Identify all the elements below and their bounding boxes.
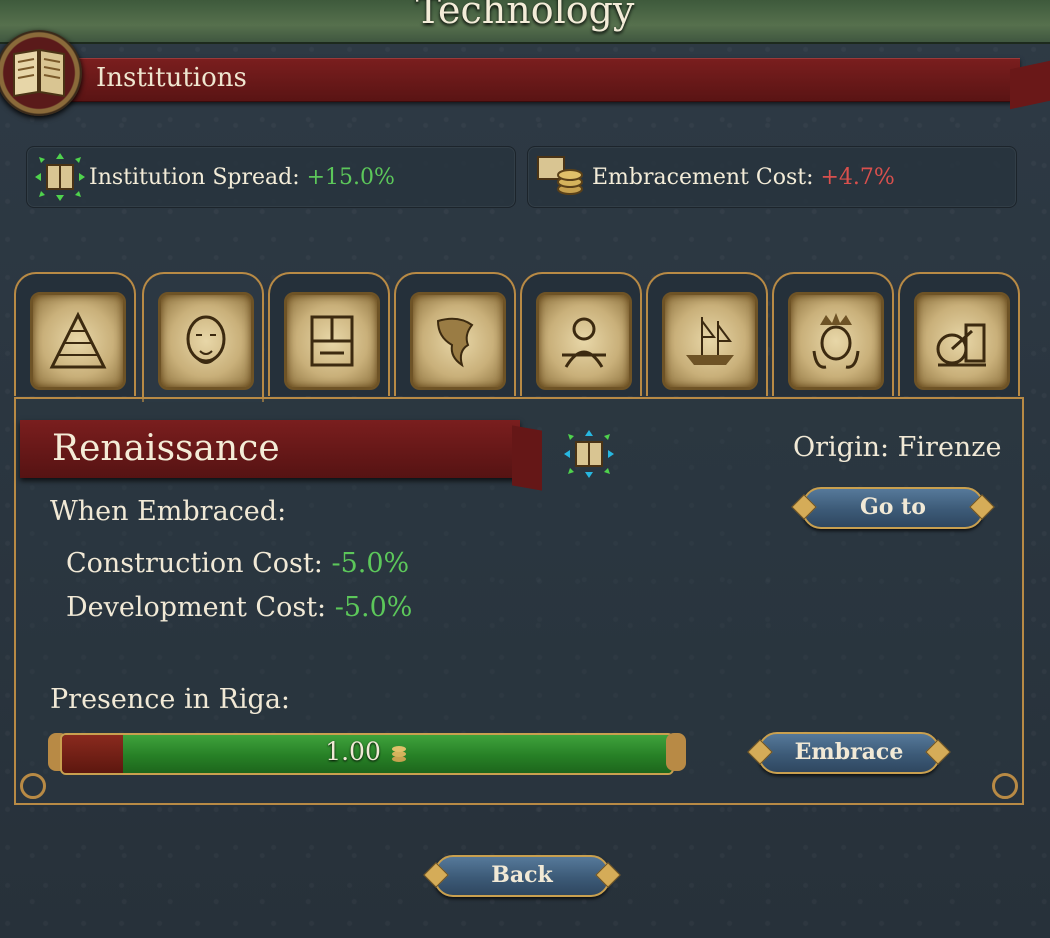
section-banner: Institutions: [60, 58, 1050, 110]
institution-spread-stat: Institution Spread: +15.0%: [89, 165, 395, 190]
embracement-cost-stat: Embracement Cost: +4.7%: [592, 165, 895, 190]
tab-printing-press[interactable]: [268, 272, 390, 396]
presence-label: Presence in Riga:: [50, 684, 291, 715]
renaissance-portrait-icon: [158, 292, 254, 390]
embracement-cost-icon: [537, 156, 583, 195]
embracement-cost-box: Embracement Cost: +4.7%: [527, 146, 1017, 208]
embracement-cost-value: +4.7%: [820, 165, 895, 190]
presence-value: 1.00: [325, 737, 381, 766]
modifier-label: Development Cost:: [66, 592, 327, 623]
window-title: Technology: [415, 0, 635, 32]
institution-spread-label: Institution Spread:: [89, 165, 300, 190]
sailing-ship-icon: [662, 292, 758, 390]
tab-global-trade[interactable]: [394, 272, 516, 396]
king-portrait-icon: [788, 292, 884, 390]
institution-spread-icon: [35, 153, 85, 201]
modifier-construction-cost: Construction Cost: -5.0%: [66, 548, 409, 579]
institution-spread-icon: [564, 430, 614, 478]
presence-value-text: 1.00: [62, 737, 672, 766]
tab-manufactories[interactable]: [520, 272, 642, 396]
modifier-label: Construction Cost:: [66, 548, 323, 579]
modifier-value: -5.0%: [334, 592, 413, 623]
section-label: Institutions: [96, 63, 247, 93]
pyramid-feudalism-icon: [30, 292, 126, 390]
tab-renaissance[interactable]: [142, 272, 264, 402]
embracement-cost-label: Embracement Cost:: [592, 165, 814, 190]
banner-tail: [1010, 60, 1050, 110]
embrace-button[interactable]: Embrace: [758, 732, 940, 774]
institution-spread-box: Institution Spread: +15.0%: [26, 146, 516, 208]
tab-absolutism[interactable]: [772, 272, 894, 396]
bar-cap-right: [666, 733, 686, 771]
back-button[interactable]: Back: [434, 855, 610, 897]
origin-label: Origin: Firenze: [793, 432, 1002, 463]
coin-stack-icon: [391, 745, 406, 762]
panel-corner-ornament: [992, 773, 1018, 799]
institution-name: Renaissance: [52, 428, 280, 469]
presence-progress-bar: 1.00: [60, 733, 674, 775]
goto-button[interactable]: Go to: [802, 487, 984, 529]
modifier-value: -5.0%: [331, 548, 410, 579]
banner-tail: [512, 425, 542, 491]
institution-spread-value: +15.0%: [306, 165, 395, 190]
printing-press-icon: [284, 292, 380, 390]
merchant-icon: [536, 292, 632, 390]
modifier-development-cost: Development Cost: -5.0%: [66, 592, 412, 623]
institution-tabs: [14, 272, 1030, 402]
book-icon: [0, 30, 82, 116]
steam-engine-icon: [914, 292, 1010, 390]
institution-name-banner: Renaissance: [20, 420, 542, 491]
tab-industrialization[interactable]: [898, 272, 1020, 396]
tab-colonialism[interactable]: [646, 272, 768, 396]
panel-corner-ornament: [20, 773, 46, 799]
tab-feudalism[interactable]: [14, 272, 136, 396]
new-world-map-icon: [410, 292, 506, 390]
when-embraced-label: When Embraced:: [50, 496, 287, 527]
